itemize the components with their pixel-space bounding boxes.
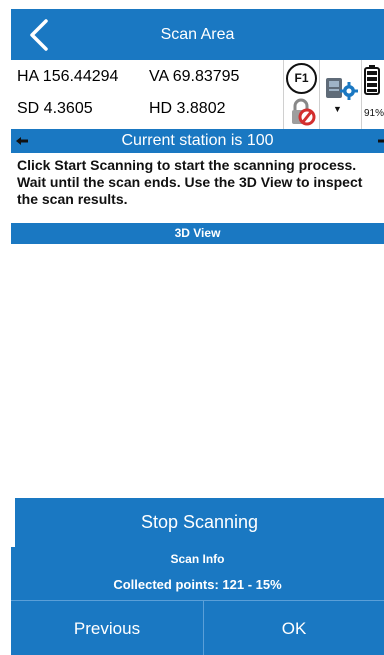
back-button[interactable] bbox=[24, 17, 58, 53]
hd-value: HD 3.8802 bbox=[149, 100, 226, 117]
stop-scanning-button[interactable]: Stop Scanning bbox=[15, 498, 384, 547]
3d-view-canvas[interactable] bbox=[11, 244, 384, 498]
lock-error-icon[interactable] bbox=[287, 97, 317, 127]
previous-button[interactable]: Previous bbox=[11, 601, 203, 655]
scan-info-panel: Scan Info Collected points: 121 - 15% bbox=[11, 547, 384, 600]
battery-level: 91% bbox=[364, 108, 384, 119]
page-title: Scan Area bbox=[160, 26, 235, 43]
divider bbox=[361, 60, 362, 129]
instructions-text: Click Start Scanning to start the scanni… bbox=[11, 153, 384, 223]
scan-area-screen: Scan Area HA 156.44294 VA 69.83795 SD 4.… bbox=[0, 0, 384, 655]
sd-value: SD 4.3605 bbox=[17, 100, 93, 117]
divider bbox=[283, 60, 284, 129]
scan-info-title: Scan Info bbox=[170, 552, 225, 566]
station-bar: Current station is 100 bbox=[11, 129, 384, 153]
divider bbox=[319, 60, 320, 129]
measurement-panel: HA 156.44294 VA 69.83795 SD 4.3605 HD 3.… bbox=[11, 60, 384, 129]
arrow-right-icon[interactable] bbox=[378, 136, 384, 146]
battery-icon bbox=[364, 65, 380, 95]
chevron-down-icon[interactable]: ▼ bbox=[333, 104, 342, 114]
chevron-left-icon bbox=[30, 19, 48, 51]
va-value: VA 69.83795 bbox=[149, 68, 240, 85]
view-header: 3D View bbox=[11, 223, 384, 244]
ha-value: HA 156.44294 bbox=[17, 68, 119, 85]
footer-bar: Previous OK bbox=[11, 600, 384, 655]
app-header: Scan Area bbox=[11, 9, 384, 60]
collected-points: Collected points: 121 - 15% bbox=[113, 577, 282, 592]
station-label: Current station is 100 bbox=[121, 132, 274, 149]
ok-button[interactable]: OK bbox=[204, 601, 384, 655]
f1-button[interactable]: F1 bbox=[286, 63, 317, 94]
instrument-settings-icon[interactable] bbox=[324, 74, 358, 104]
